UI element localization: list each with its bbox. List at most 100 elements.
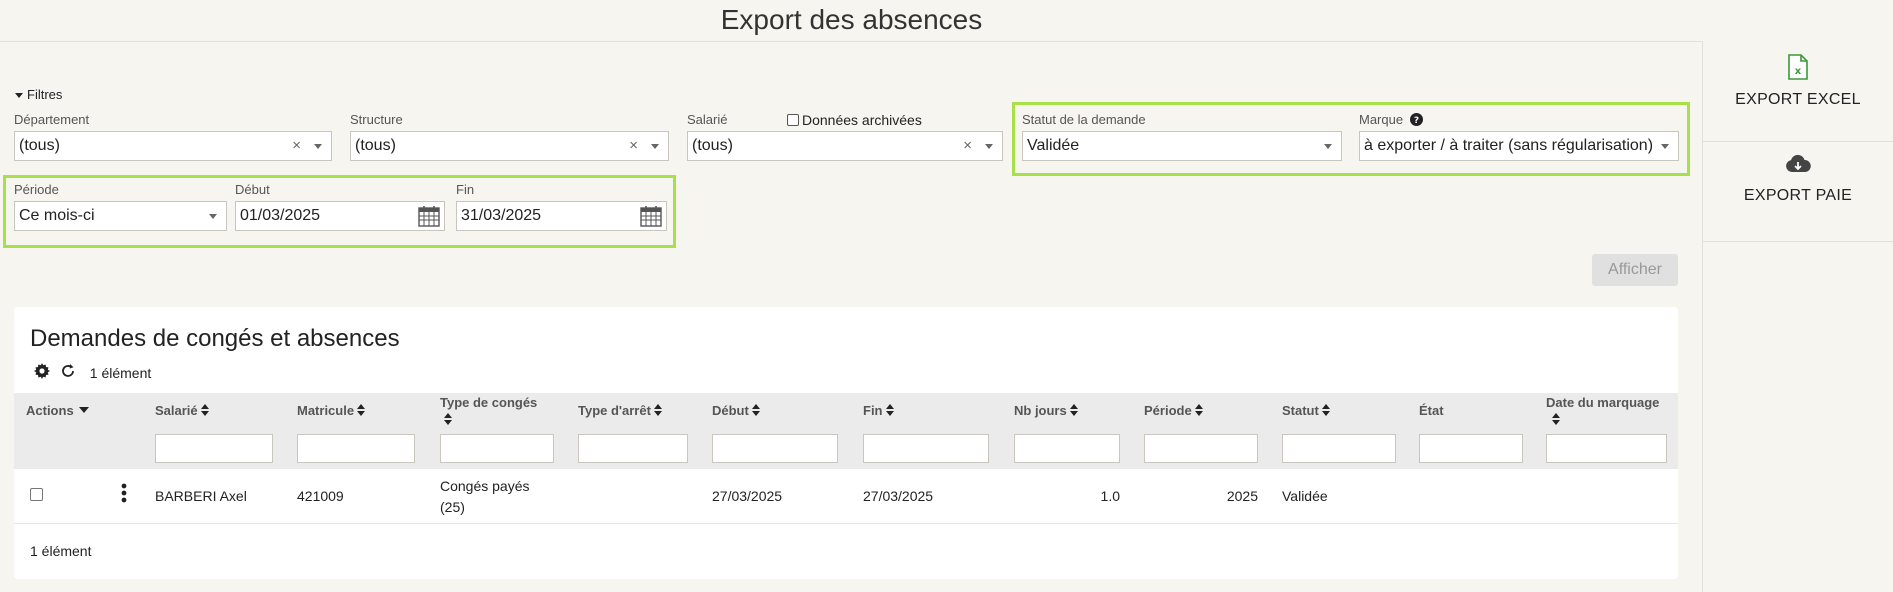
calendar-icon[interactable] <box>418 205 440 230</box>
filters-toggle[interactable]: Filtres <box>15 87 62 102</box>
filter-etat-input[interactable] <box>1419 434 1523 463</box>
page-title: Export des absences <box>0 0 1703 42</box>
periode-value: Ce mois-ci <box>19 207 95 224</box>
column-date-marquage[interactable]: Date du marquage <box>1546 394 1659 429</box>
departement-select[interactable]: (tous) × <box>14 131 332 161</box>
cell-type-conges: Congés payés (25) <box>440 476 530 518</box>
export-excel-button[interactable]: x EXPORT EXCEL <box>1703 42 1893 142</box>
sort-icon <box>653 404 662 419</box>
excel-file-icon: x <box>1703 54 1893 85</box>
column-nb-jours-label: Nb jours <box>1014 403 1067 418</box>
row-actions-menu-icon[interactable] <box>121 483 127 506</box>
sort-icon <box>885 404 894 419</box>
salarie-label: Salarié <box>687 112 728 127</box>
export-excel-label: EXPORT EXCEL <box>1735 91 1861 108</box>
clear-icon[interactable]: × <box>963 132 972 160</box>
structure-select[interactable]: (tous) × <box>350 131 669 161</box>
statut-label: Statut de la demande <box>1022 112 1146 127</box>
column-fin-label: Fin <box>863 403 883 418</box>
cell-debut: 27/03/2025 <box>712 488 783 504</box>
column-periode-label: Période <box>1144 403 1192 418</box>
marque-select[interactable]: à exporter / à traiter (sans régularisat… <box>1359 131 1679 161</box>
filter-type-conges-input[interactable] <box>440 434 554 463</box>
export-panel: x EXPORT EXCEL EXPORT PAIE <box>1702 42 1893 592</box>
filter-nb-jours-input[interactable] <box>1014 434 1120 463</box>
cell-statut: Validée <box>1282 488 1328 504</box>
departement-label: Département <box>14 112 90 127</box>
salarie-select[interactable]: (tous) × <box>687 131 1003 161</box>
caret-down-icon <box>15 93 23 99</box>
cell-periode: 2025 <box>1226 488 1258 504</box>
sort-icon <box>1321 404 1330 419</box>
filter-periode-input[interactable] <box>1144 434 1258 463</box>
statut-value: Validée <box>1027 137 1080 154</box>
salarie-value: (tous) <box>692 137 733 154</box>
cell-type-conges-line2: (25) <box>440 499 465 515</box>
checkbox-box[interactable] <box>787 114 799 126</box>
column-date-marquage-label: Date du marquage <box>1546 395 1660 410</box>
column-type-conges[interactable]: Type de congés <box>440 394 537 429</box>
archived-checkbox[interactable]: Données archivées <box>787 112 922 128</box>
statut-select[interactable]: Validée <box>1022 131 1342 161</box>
filter-debut-input[interactable] <box>712 434 838 463</box>
filter-fin-input[interactable] <box>863 434 989 463</box>
afficher-button[interactable]: Afficher <box>1592 254 1678 286</box>
table-row[interactable]: BARBERI Axel 421009 Congés payés (25) 27/… <box>14 469 1678 524</box>
filter-matricule-input[interactable] <box>297 434 415 463</box>
column-salarie-label: Salarié <box>155 403 198 418</box>
clear-icon[interactable]: × <box>629 132 638 160</box>
periode-label: Période <box>14 182 59 197</box>
filter-date-marquage-input[interactable] <box>1546 434 1667 463</box>
debut-date-input[interactable]: 01/03/2025 <box>235 201 445 231</box>
export-paie-button[interactable]: EXPORT PAIE <box>1703 142 1893 242</box>
sort-icon <box>444 412 452 429</box>
column-type-arret[interactable]: Type d'arrêt <box>578 403 662 419</box>
sort-icon <box>1552 412 1560 429</box>
column-statut[interactable]: Statut <box>1282 403 1330 419</box>
archived-label: Données archivées <box>802 112 922 128</box>
fin-label: Fin <box>456 182 475 197</box>
column-actions[interactable]: Actions <box>26 403 89 418</box>
column-type-conges-label: Type de congés <box>440 395 538 410</box>
debut-label: Début <box>235 182 270 197</box>
column-matricule[interactable]: Matricule <box>297 403 366 419</box>
column-etat: État <box>1419 403 1444 418</box>
column-etat-label: État <box>1419 403 1444 418</box>
column-matricule-label: Matricule <box>297 403 355 418</box>
column-periode[interactable]: Période <box>1144 403 1203 419</box>
column-statut-label: Statut <box>1282 403 1319 418</box>
cell-nb-jours: 1.0 <box>1100 488 1120 504</box>
table-title: Demandes de congés et absences <box>30 325 400 352</box>
column-debut[interactable]: Début <box>712 403 760 419</box>
fin-value: 31/03/2025 <box>461 207 542 224</box>
gear-icon[interactable] <box>34 363 50 382</box>
periode-select[interactable]: Ce mois-ci <box>14 201 227 231</box>
row-checkbox[interactable] <box>30 488 43 501</box>
calendar-icon[interactable] <box>640 205 662 230</box>
marque-label: Marque ? <box>1359 112 1423 127</box>
column-actions-label: Actions <box>26 403 74 418</box>
filter-salarie-input[interactable] <box>155 434 273 463</box>
sort-icon <box>751 404 760 419</box>
sort-icon <box>357 404 366 419</box>
dropdown-arrow-icon <box>314 144 322 149</box>
structure-value: (tous) <box>355 137 396 154</box>
results-card: Demandes de congés et absences 1 élément… <box>14 307 1678 579</box>
departement-value: (tous) <box>19 137 60 154</box>
filter-type-arret-input[interactable] <box>578 434 688 463</box>
filters-toggle-label: Filtres <box>27 87 63 102</box>
sort-icon <box>200 404 209 419</box>
sort-icon <box>1194 404 1203 419</box>
marque-value: à exporter / à traiter (sans régularisat… <box>1364 137 1654 154</box>
refresh-icon[interactable] <box>60 363 76 382</box>
dropdown-arrow-icon <box>1324 144 1332 149</box>
column-salarie[interactable]: Salarié <box>155 403 209 419</box>
column-nb-jours[interactable]: Nb jours <box>1014 403 1078 419</box>
dropdown-arrow-icon <box>985 144 993 149</box>
clear-icon[interactable]: × <box>292 132 301 160</box>
fin-date-input[interactable]: 31/03/2025 <box>456 201 667 231</box>
column-fin[interactable]: Fin <box>863 403 894 419</box>
cloud-download-icon <box>1703 154 1893 181</box>
filter-statut-input[interactable] <box>1282 434 1396 463</box>
help-icon[interactable]: ? <box>1409 113 1423 126</box>
